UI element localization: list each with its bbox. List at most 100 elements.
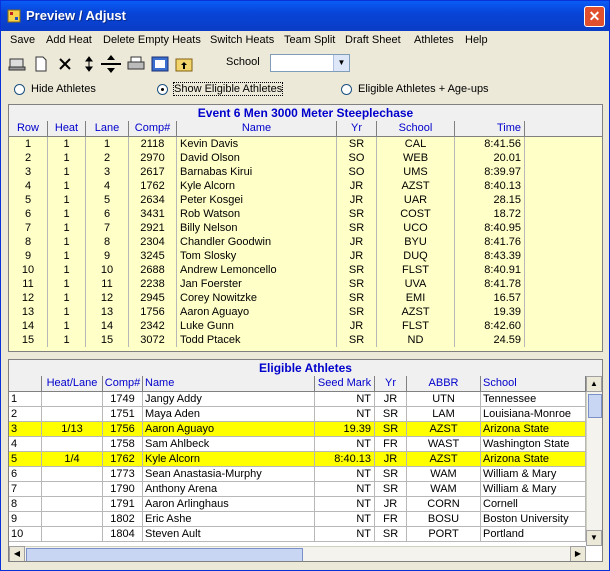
- event-row[interactable]: 15 1 15 3072 Todd Ptacek SR ND 24.59: [9, 333, 602, 347]
- event-cell-comp[interactable]: 3245: [129, 249, 177, 263]
- event-cell-lane[interactable]: 5: [86, 193, 129, 207]
- eligible-cell-school[interactable]: William & Mary: [481, 467, 586, 481]
- event-cell-comp[interactable]: 2634: [129, 193, 177, 207]
- move-button[interactable]: [79, 54, 99, 74]
- event-cell-time[interactable]: 8:41.56: [455, 137, 525, 151]
- eligible-cell-heat-lane[interactable]: 1/4: [42, 452, 103, 466]
- eligible-cell-abbr[interactable]: UTN: [407, 392, 481, 406]
- event-cell-comp[interactable]: 2304: [129, 235, 177, 249]
- event-cell-row[interactable]: 8: [9, 235, 48, 249]
- eligible-cell-comp[interactable]: 1773: [103, 467, 143, 481]
- event-cell-yr[interactable]: SO: [337, 165, 377, 179]
- event-cell-yr[interactable]: SR: [337, 221, 377, 235]
- event-cell-heat[interactable]: 1: [48, 235, 86, 249]
- event-cell-yr[interactable]: JR: [337, 193, 377, 207]
- eligible-cell-yr[interactable]: FR: [375, 512, 407, 526]
- event-cell-time[interactable]: 16.57: [455, 291, 525, 305]
- event-cell-comp[interactable]: 2945: [129, 291, 177, 305]
- event-cell-time[interactable]: 8:39.97: [455, 165, 525, 179]
- event-cell-name[interactable]: Jan Foerster: [177, 277, 337, 291]
- eligible-cell-abbr[interactable]: CORN: [407, 497, 481, 511]
- eligible-cell-comp[interactable]: 1791: [103, 497, 143, 511]
- eligible-cell-num[interactable]: 10: [9, 527, 42, 541]
- eligible-cell-heat-lane[interactable]: [42, 467, 103, 481]
- event-grid[interactable]: Event 6 Men 3000 Meter Steeplechase Row H…: [8, 104, 603, 352]
- event-cell-heat[interactable]: 1: [48, 137, 86, 151]
- event-cell-row[interactable]: 1: [9, 137, 48, 151]
- eligible-header-yr[interactable]: Yr: [375, 376, 407, 391]
- eligible-cell-comp[interactable]: 1804: [103, 527, 143, 541]
- event-cell-yr[interactable]: SR: [337, 277, 377, 291]
- event-cell-name[interactable]: Kyle Alcorn: [177, 179, 337, 193]
- eligible-row[interactable]: 3 1/13 1756 Aaron Aguayo 19.39 SR AZST Arizona …: [9, 422, 586, 437]
- event-cell-school[interactable]: ND: [377, 333, 455, 347]
- eligible-cell-yr[interactable]: JR: [375, 452, 407, 466]
- eligible-header-heat-lane[interactable]: Heat/Lane: [42, 376, 103, 391]
- eligible-cell-seed-mark[interactable]: 8:40.13: [315, 452, 375, 466]
- eligible-cell-heat-lane[interactable]: [42, 527, 103, 541]
- scroll-left-icon[interactable]: ◀: [9, 546, 25, 561]
- event-cell-heat[interactable]: 1: [48, 263, 86, 277]
- event-header-yr[interactable]: Yr: [337, 121, 377, 136]
- event-cell-lane[interactable]: 1: [86, 137, 129, 151]
- eligible-cell-comp[interactable]: 1762: [103, 452, 143, 466]
- eligible-cell-name[interactable]: Jangy Addy: [143, 392, 315, 406]
- eligible-grid[interactable]: Eligible Athletes Heat/Lane Comp# Name Seed…: [8, 359, 603, 562]
- event-header-lane[interactable]: Lane: [86, 121, 129, 136]
- event-cell-row[interactable]: 4: [9, 179, 48, 193]
- eligible-row[interactable]: 1 1749 Jangy Addy NT JR UTN Tennessee: [9, 392, 586, 407]
- event-cell-lane[interactable]: 11: [86, 277, 129, 291]
- event-cell-comp[interactable]: 2238: [129, 277, 177, 291]
- event-cell-heat[interactable]: 1: [48, 333, 86, 347]
- event-cell-name[interactable]: Aaron Aguayo: [177, 305, 337, 319]
- eligible-cell-num[interactable]: 4: [9, 437, 42, 451]
- menu-help[interactable]: Help: [465, 34, 488, 46]
- event-cell-row[interactable]: 11: [9, 277, 48, 291]
- event-cell-time[interactable]: 18.72: [455, 207, 525, 221]
- eligible-cell-num[interactable]: 1: [9, 392, 42, 406]
- menu-athletes[interactable]: Athletes: [414, 34, 454, 46]
- event-cell-row[interactable]: 3: [9, 165, 48, 179]
- event-cell-name[interactable]: Tom Slosky: [177, 249, 337, 263]
- event-cell-school[interactable]: FLST: [377, 263, 455, 277]
- event-cell-comp[interactable]: 3431: [129, 207, 177, 221]
- eligible-cell-abbr[interactable]: AZST: [407, 422, 481, 436]
- eligible-row[interactable]: 4 1758 Sam Ahlbeck NT FR WAST Washington State: [9, 437, 586, 452]
- title-bar[interactable]: Preview / Adjust ✕: [1, 1, 609, 31]
- eligible-cell-name[interactable]: Steven Ault: [143, 527, 315, 541]
- event-header-name[interactable]: Name: [177, 121, 337, 136]
- eligible-row[interactable]: 8 1791 Aaron Arlinghaus NT JR CORN Cornell: [9, 497, 586, 512]
- eligible-cell-num[interactable]: 3: [9, 422, 42, 436]
- event-cell-lane[interactable]: 9: [86, 249, 129, 263]
- eligible-cell-seed-mark[interactable]: NT: [315, 407, 375, 421]
- eligible-cell-comp[interactable]: 1751: [103, 407, 143, 421]
- event-cell-yr[interactable]: SR: [337, 291, 377, 305]
- event-row[interactable]: 11 1 11 2238 Jan Foerster SR UVA 8:41.78: [9, 277, 602, 291]
- event-row[interactable]: 4 1 4 1762 Kyle Alcorn JR AZST 8:40.13: [9, 179, 602, 193]
- event-cell-heat[interactable]: 1: [48, 319, 86, 333]
- event-cell-row[interactable]: 7: [9, 221, 48, 235]
- event-cell-school[interactable]: UVA: [377, 277, 455, 291]
- eligible-row[interactable]: 5 1/4 1762 Kyle Alcorn 8:40.13 JR AZST Arizona …: [9, 452, 586, 467]
- event-cell-school[interactable]: COST: [377, 207, 455, 221]
- event-cell-heat[interactable]: 1: [48, 305, 86, 319]
- eligible-cell-comp[interactable]: 1790: [103, 482, 143, 496]
- eligible-cell-num[interactable]: 7: [9, 482, 42, 496]
- event-row[interactable]: 14 1 14 2342 Luke Gunn JR FLST 8:42.60: [9, 319, 602, 333]
- eligible-cell-heat-lane[interactable]: [42, 392, 103, 406]
- eligible-cell-abbr[interactable]: LAM: [407, 407, 481, 421]
- event-cell-row[interactable]: 10: [9, 263, 48, 277]
- eligible-cell-heat-lane[interactable]: [42, 497, 103, 511]
- event-cell-school[interactable]: UAR: [377, 193, 455, 207]
- eligible-header-comp[interactable]: Comp#: [103, 376, 143, 391]
- eligible-cell-name[interactable]: Kyle Alcorn: [143, 452, 315, 466]
- event-cell-comp[interactable]: 2342: [129, 319, 177, 333]
- eligible-cell-comp[interactable]: 1749: [103, 392, 143, 406]
- vertical-scrollbar[interactable]: ▲ ▼: [586, 376, 602, 546]
- event-cell-name[interactable]: Rob Watson: [177, 207, 337, 221]
- eligible-cell-abbr[interactable]: PORT: [407, 527, 481, 541]
- event-cell-yr[interactable]: SO: [337, 151, 377, 165]
- eligible-header-num[interactable]: [9, 376, 42, 391]
- event-cell-school[interactable]: CAL: [377, 137, 455, 151]
- event-cell-yr[interactable]: SR: [337, 207, 377, 221]
